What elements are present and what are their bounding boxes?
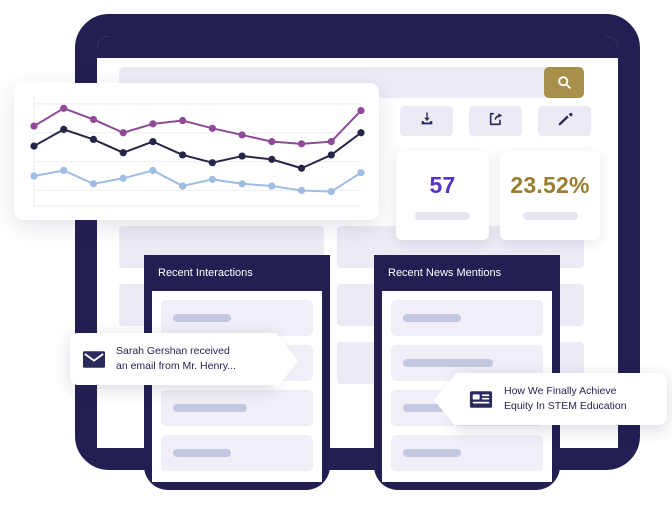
chart-point	[238, 180, 246, 188]
chart-point	[60, 104, 68, 112]
share-icon	[488, 111, 504, 132]
list-item-skeleton	[173, 314, 231, 322]
chart-point	[208, 159, 216, 167]
chart-point	[60, 125, 68, 134]
list-item[interactable]	[391, 300, 543, 336]
chart-point	[268, 155, 276, 163]
list-item[interactable]	[161, 300, 313, 336]
chart-point	[268, 138, 276, 146]
card-header: Recent Interactions	[144, 255, 330, 291]
chart-point	[357, 169, 365, 177]
chart-point	[297, 140, 306, 148]
tooltip-line-2: an email from Mr. Henry...	[116, 360, 237, 373]
search-icon	[557, 75, 572, 90]
chart-point	[327, 151, 335, 159]
stat-value: 23.52%	[510, 171, 590, 198]
chart-point	[30, 142, 38, 150]
email-notification-tooltip[interactable]: Sarah Gershan received an email from Mr.…	[70, 333, 298, 390]
chart-point	[30, 122, 38, 130]
stat-card: 57	[396, 151, 489, 240]
line-chart	[30, 95, 365, 207]
chart-point	[208, 175, 216, 183]
action-toolbar	[400, 106, 591, 136]
chart-point	[89, 115, 98, 124]
download-icon	[419, 111, 435, 132]
tooltip-text: How We Finally Achieve Equity In STEM Ed…	[504, 384, 627, 414]
chart-point	[297, 164, 306, 172]
chart-line	[33, 107, 362, 145]
chart-point	[357, 129, 365, 137]
stat-value: 57	[429, 171, 456, 198]
chart-point	[208, 124, 216, 132]
download-button[interactable]	[400, 106, 453, 136]
browser-topbar	[97, 36, 618, 58]
chart-point	[119, 129, 127, 137]
news-article-icon	[469, 390, 493, 409]
chart-point	[179, 116, 187, 125]
list-item[interactable]	[161, 390, 313, 426]
envelope-icon	[83, 350, 105, 368]
news-mention-tooltip[interactable]: How We Finally Achieve Equity In STEM Ed…	[434, 373, 667, 428]
chart-point	[60, 166, 68, 175]
edit-button[interactable]	[538, 106, 591, 136]
chart-point	[238, 152, 246, 160]
tooltip-line-1: How We Finally Achieve	[504, 385, 617, 397]
list-item-skeleton	[173, 449, 231, 457]
list-item-skeleton	[403, 314, 461, 322]
chart-point	[179, 182, 187, 190]
chart-point	[327, 187, 335, 196]
stat-skeleton-bar	[522, 211, 578, 220]
list-item-skeleton	[403, 359, 493, 367]
list-item[interactable]	[161, 435, 313, 471]
chart-point	[30, 172, 38, 180]
tooltip-line-1: Sarah Gershan received	[116, 345, 230, 357]
chart-line	[33, 169, 362, 193]
share-button[interactable]	[469, 106, 522, 136]
chart-point	[268, 182, 276, 190]
tooltip-text: Sarah Gershan received an email from Mr.…	[116, 344, 236, 374]
chart-point	[327, 138, 335, 146]
chart-point	[149, 166, 157, 175]
chart-line	[33, 128, 362, 170]
stat-card: 23.52%	[500, 151, 600, 240]
illustration-stage: 57 23.52% Recent Interactions Recent New…	[0, 0, 672, 509]
chart-point	[238, 131, 246, 139]
chart-point	[297, 186, 306, 195]
stat-skeleton-bar	[415, 211, 470, 220]
line-chart-card	[14, 83, 379, 220]
chart-point	[149, 138, 157, 146]
chart-point	[179, 151, 187, 159]
chart-point	[119, 149, 127, 157]
card-title: Recent Interactions	[158, 267, 253, 279]
list-item[interactable]	[391, 435, 543, 471]
chart-point	[89, 135, 98, 143]
card-header: Recent News Mentions	[374, 255, 560, 291]
chart-point	[149, 120, 157, 128]
pencil-icon	[557, 111, 573, 132]
search-button[interactable]	[544, 67, 584, 98]
card-title: Recent News Mentions	[388, 267, 502, 279]
list-item-skeleton	[173, 404, 247, 412]
chart-point	[119, 174, 127, 182]
list-item-skeleton	[403, 449, 461, 457]
chart-point	[357, 106, 365, 115]
tooltip-line-2: Equity In STEM Education	[504, 400, 627, 413]
chart-point	[89, 180, 98, 188]
